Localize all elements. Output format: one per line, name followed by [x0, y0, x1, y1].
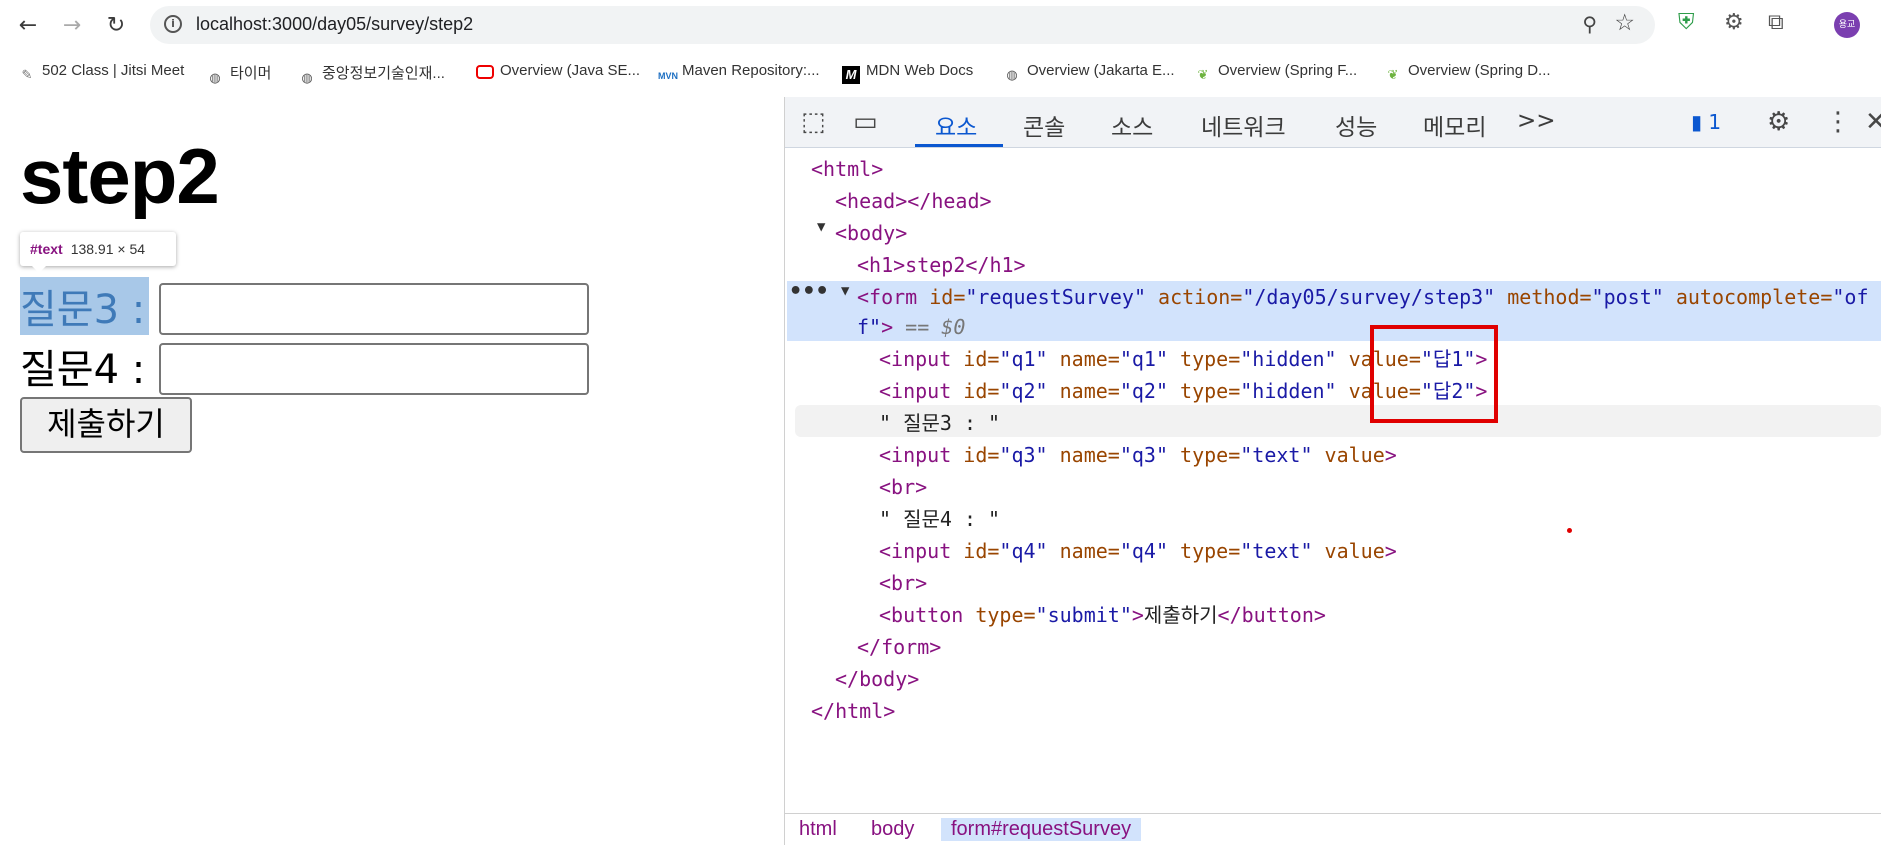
mdn-icon: M: [842, 66, 860, 84]
settings-gear-icon[interactable]: ⚙: [1767, 107, 1790, 137]
extension-icon[interactable]: ⚙: [1724, 10, 1744, 35]
bookmark-label: 502 Class | Jitsi Meet: [42, 62, 185, 79]
breadcrumb-body[interactable]: body: [871, 818, 914, 841]
bookmark-item[interactable]: M MDN Web Docs: [842, 62, 973, 84]
globe-icon: ◍: [209, 70, 221, 85]
dom-node-head[interactable]: <head></head>: [835, 185, 992, 217]
oracle-icon: [476, 65, 494, 79]
dom-node-input-q3[interactable]: <input id="q3" name="q3" type="text" val…: [879, 439, 1397, 471]
active-tab-indicator: [915, 144, 1003, 147]
close-icon[interactable]: ✕: [1865, 107, 1881, 137]
globe-icon: ◍: [1006, 67, 1018, 82]
bookmark-item[interactable]: ❦ Overview (Spring F...: [1194, 62, 1358, 84]
dom-node-html-close[interactable]: </html>: [811, 695, 895, 727]
maven-icon: MVN: [658, 71, 678, 81]
breadcrumb-html[interactable]: html: [799, 818, 837, 841]
more-actions-icon[interactable]: •••: [789, 279, 829, 304]
bookmark-label: 중앙정보기술인재...: [322, 65, 445, 82]
message-count: 1: [1708, 110, 1722, 134]
tab-sources[interactable]: 소스: [1111, 108, 1153, 142]
avatar[interactable]: 용교: [1834, 12, 1860, 38]
message-icon: ▮: [1691, 110, 1703, 134]
tab-elements[interactable]: 요소: [935, 108, 977, 142]
devtools-toolbar: ⬚ ▭ 요소 콘솔 소스 네트워크 성능 메모리 >> ▮ 1 ⚙ ⋮ ✕: [785, 97, 1881, 148]
dom-node-body-close[interactable]: </body>: [835, 663, 919, 695]
tab-console[interactable]: 콘솔: [1023, 108, 1065, 142]
spring-icon: ❦: [1197, 67, 1209, 82]
inspect-tooltip: #text 138.91 × 54: [20, 232, 176, 273]
dom-text-q3[interactable]: " 질문3 : ": [879, 407, 1000, 439]
dom-node-br[interactable]: <br>: [879, 567, 927, 599]
q4-input[interactable]: [159, 343, 589, 395]
spring-icon: ❦: [1387, 67, 1399, 82]
puzzle-icon[interactable]: ⧉: [1768, 10, 1784, 35]
expand-triangle-icon[interactable]: ▼: [841, 283, 849, 299]
back-arrow-icon[interactable]: ←: [14, 12, 42, 40]
address-bar[interactable]: i localhost:3000/day05/survey/step2 ⚲ ☆: [150, 6, 1655, 44]
bookmark-item[interactable]: ◍ Overview (Jakarta E...: [1003, 62, 1175, 84]
bookmark-label: Overview (Jakarta E...: [1027, 62, 1175, 79]
submit-button[interactable]: 제출하기: [20, 397, 192, 453]
tab-network[interactable]: 네트워크: [1201, 108, 1286, 142]
dom-text-q4[interactable]: " 질문4 : ": [879, 503, 1000, 535]
breadcrumb: html body form#requestSurvey: [785, 813, 1881, 846]
dom-node-html-open[interactable]: <html>: [811, 153, 883, 185]
bookmark-item[interactable]: ✎ 502 Class | Jitsi Meet: [18, 62, 185, 84]
site-info-icon[interactable]: i: [164, 15, 182, 33]
page-viewport: step2 #text 138.91 × 54 질문3 : 질문4 : 제출하기: [0, 97, 784, 845]
dom-node-br[interactable]: <br>: [879, 471, 927, 503]
pen-icon: ✎: [21, 67, 33, 82]
bookmark-item[interactable]: ❦ Overview (Spring D...: [1384, 62, 1551, 84]
tab-performance[interactable]: 성능: [1335, 108, 1377, 142]
q4-label: 질문4 :: [20, 347, 146, 393]
more-tabs-icon[interactable]: >>: [1517, 108, 1556, 134]
bookmark-label: MDN Web Docs: [866, 62, 974, 79]
reload-icon[interactable]: ↻: [102, 12, 130, 40]
bookmarks-bar: ✎ 502 Class | Jitsi Meet ◍ 타이머 ◍ 중앙정보기술인재..…: [0, 50, 1881, 92]
annotation-red-box: [1370, 325, 1498, 423]
tab-memory[interactable]: 메모리: [1423, 108, 1486, 142]
device-toggle-icon[interactable]: ▭: [853, 107, 878, 137]
inspect-element-icon[interactable]: ⬚: [801, 107, 826, 137]
messages-badge[interactable]: ▮ 1: [1691, 110, 1721, 134]
bookmark-item[interactable]: MVN Maven Repository:...: [658, 62, 820, 85]
page-title: step2: [20, 132, 220, 220]
tooltip-size: 138.91 × 54: [70, 241, 146, 257]
bookmark-item[interactable]: ◍ 중앙정보기술인재...: [298, 62, 445, 87]
dom-node-form[interactable]: <form id="requestSurvey" action="/day05/…: [857, 281, 1869, 313]
url-text[interactable]: localhost:3000/day05/survey/step2: [196, 14, 473, 35]
bookmark-star-icon[interactable]: ☆: [1614, 10, 1635, 36]
expand-triangle-icon[interactable]: ▼: [817, 219, 825, 235]
bookmark-item[interactable]: ◍ 타이머: [206, 62, 271, 87]
dom-node-h1[interactable]: <h1>step2</h1>: [857, 249, 1026, 281]
bookmark-label: Overview (Spring D...: [1408, 62, 1551, 79]
tooltip-node-name: #text: [30, 241, 63, 257]
dom-node-button[interactable]: <button type="submit">제출하기</button>: [879, 599, 1326, 631]
dom-node-input-q4[interactable]: <input id="q4" name="q4" type="text" val…: [879, 535, 1397, 567]
annotation-red-dot: [1567, 528, 1572, 533]
zoom-icon[interactable]: ⚲: [1582, 12, 1597, 36]
q3-label: 질문3 :: [20, 277, 150, 335]
bookmark-label: 타이머: [230, 65, 272, 82]
browser-toolbar: ← → ↻ i localhost:3000/day05/survey/step…: [0, 0, 1881, 50]
bookmark-label: Overview (Java SE...: [500, 62, 641, 79]
bookmark-label: Overview (Spring F...: [1218, 62, 1358, 79]
dom-node-form-cont[interactable]: f"> == $0: [857, 311, 965, 343]
devtools-panel: ⬚ ▭ 요소 콘솔 소스 네트워크 성능 메모리 >> ▮ 1 ⚙ ⋮ ✕ <h…: [784, 97, 1881, 846]
breadcrumb-form[interactable]: form#requestSurvey: [941, 818, 1142, 841]
dom-node-body-open[interactable]: <body>: [835, 217, 907, 249]
shield-extension-icon[interactable]: ⛨: [1678, 10, 1695, 35]
bookmark-label: Maven Repository:...: [682, 62, 820, 79]
globe-icon: ◍: [301, 70, 313, 85]
kebab-menu-icon[interactable]: ⋮: [1825, 107, 1851, 137]
q3-input[interactable]: [159, 283, 589, 335]
forward-arrow-icon[interactable]: →: [58, 12, 86, 40]
bookmark-item[interactable]: Overview (Java SE...: [476, 62, 640, 79]
dom-node-form-close[interactable]: </form>: [857, 631, 941, 663]
